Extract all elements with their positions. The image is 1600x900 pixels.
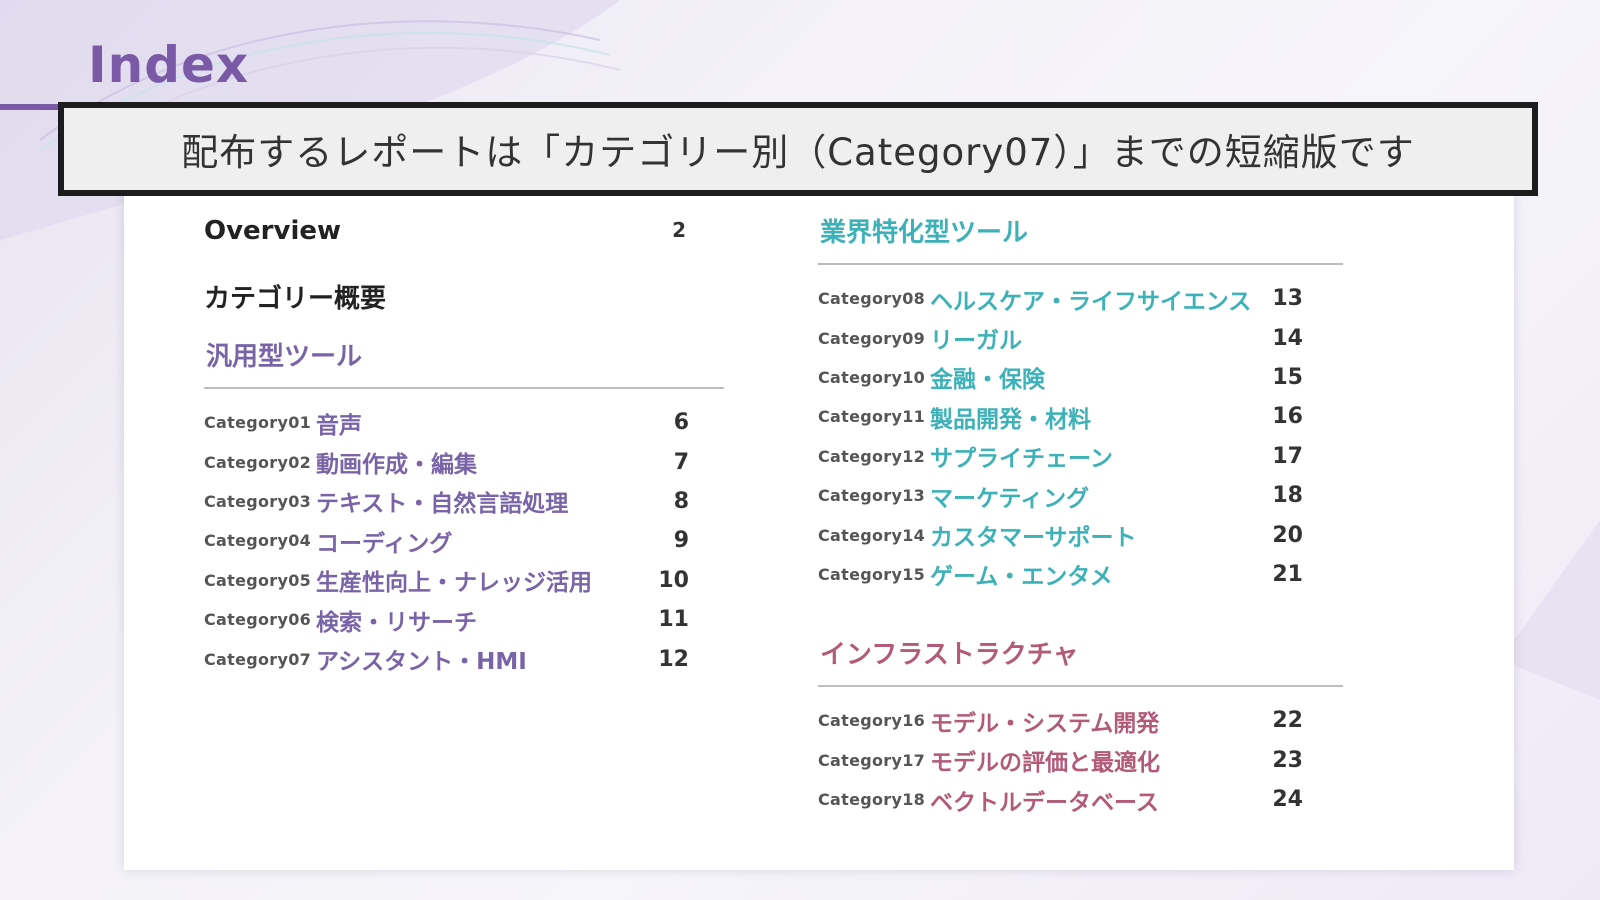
page-number: 21 — [1272, 561, 1303, 587]
title-accent-bar — [0, 104, 60, 110]
toc-item[interactable]: Category07 アシスタント・HMI 12 — [204, 639, 724, 678]
category-title: モデル・システム開発 — [930, 710, 1160, 737]
category-code: Category06 — [204, 610, 312, 630]
overview-label: Overview — [204, 216, 342, 246]
toc-left-column: Overview 2 カテゴリー概要 汎用型ツール Category01 音声 6 C… — [204, 212, 724, 679]
page-number: 23 — [1272, 747, 1303, 773]
category-code: Category01 — [204, 413, 312, 433]
toc-item[interactable]: Category15 ゲーム・エンタメ 21 — [818, 555, 1343, 594]
toc-item[interactable]: Category05 生産性向上・ナレッジ活用 10 — [204, 561, 724, 600]
category-code: Category05 — [204, 570, 312, 590]
toc-item[interactable]: Category06 検索・リサーチ 11 — [204, 600, 724, 639]
toc-item[interactable]: Category01 音声 6 — [204, 403, 724, 442]
toc-item[interactable]: Category11 製品開発・材料 16 — [818, 397, 1343, 436]
toc-item[interactable]: Category04 コーディング 9 — [204, 521, 724, 560]
page-number: 12 — [658, 646, 689, 672]
category-title: 生産性向上・ナレッジ活用 — [316, 570, 592, 597]
toc-item[interactable]: Category13 マーケティング 18 — [818, 476, 1343, 515]
page-number: 17 — [1272, 443, 1303, 469]
page-number: 10 — [658, 567, 689, 593]
page-number: 16 — [1272, 404, 1303, 430]
shortened-version-notice: 配布するレポートは「カテゴリー別（Category07）」までの短縮版です — [58, 102, 1538, 196]
category-code: Category14 — [818, 525, 926, 545]
category-code: Category02 — [204, 452, 312, 472]
page-number: 13 — [1272, 286, 1303, 312]
slide-title: Index — [88, 36, 250, 94]
toc-entry-overview[interactable]: Overview 2 — [204, 212, 724, 274]
toc-item[interactable]: Category17 モデルの評価と最適化 23 — [818, 741, 1343, 780]
page-number: 20 — [1272, 522, 1303, 548]
category-title: カスタマーサポート — [930, 525, 1137, 552]
category-title: 製品開発・材料 — [930, 406, 1091, 433]
toc-item[interactable]: Category08 ヘルスケア・ライフサイエンス 13 — [818, 279, 1343, 318]
category-title: リーガル — [930, 328, 1022, 355]
overview-page-number: 2 — [672, 218, 686, 242]
toc-item[interactable]: Category03 テキスト・自然言語処理 8 — [204, 482, 724, 521]
section-heading-industry-tools: 業界特化型ツール — [818, 212, 1343, 265]
category-code: Category10 — [818, 367, 926, 387]
general-tools-list: Category01 音声 6 Category02 動画作成・編集 7 Category0… — [204, 403, 724, 679]
category-title: 検索・リサーチ — [316, 609, 477, 636]
category-code: Category03 — [204, 491, 312, 511]
category-title: サプライチェーン — [930, 446, 1113, 473]
category-code: Category16 — [818, 711, 926, 731]
category-code: Category13 — [818, 486, 926, 506]
category-title: アシスタント・HMI — [316, 649, 527, 676]
category-title: モデルの評価と最適化 — [930, 750, 1160, 777]
category-code: Category17 — [818, 750, 926, 770]
category-code: Category15 — [818, 564, 926, 584]
section-heading-infrastructure: インフラストラクチャ — [818, 634, 1343, 688]
category-title: 音声 — [316, 412, 362, 439]
page-number: 24 — [1272, 787, 1303, 813]
industry-tools-list: Category08 ヘルスケア・ライフサイエンス 13 Category09 リーガル… — [818, 279, 1343, 594]
category-code: Category09 — [818, 328, 926, 348]
category-title: ベクトルデータベース — [930, 789, 1159, 816]
category-title: ゲーム・エンタメ — [930, 564, 1113, 591]
page-number: 15 — [1272, 364, 1303, 390]
page-number: 18 — [1272, 483, 1303, 509]
page-number: 9 — [673, 528, 689, 554]
toc-item[interactable]: Category14 カスタマーサポート 20 — [818, 515, 1343, 554]
category-code: Category07 — [204, 649, 312, 669]
toc-item[interactable]: Category12 サプライチェーン 17 — [818, 437, 1343, 476]
page-number: 7 — [673, 449, 689, 475]
category-title: マーケティング — [930, 485, 1090, 512]
page-number: 11 — [658, 607, 689, 633]
category-code: Category04 — [204, 531, 312, 551]
toc-item[interactable]: Category18 ベクトルデータベース 24 — [818, 780, 1343, 819]
toc-right-column: 業界特化型ツール Category08 ヘルスケア・ライフサイエンス 13 Categ… — [818, 212, 1343, 819]
category-code: Category12 — [818, 446, 926, 466]
section-heading-general-tools: 汎用型ツール — [204, 336, 724, 389]
page-number: 8 — [673, 488, 689, 514]
toc-item[interactable]: Category16 モデル・システム開発 22 — [818, 701, 1343, 740]
category-title: テキスト・自然言語処理 — [316, 491, 569, 518]
category-code: Category18 — [818, 790, 926, 810]
category-title: 金融・保険 — [930, 367, 1045, 394]
category-title: 動画作成・編集 — [316, 452, 477, 479]
toc-item[interactable]: Category09 リーガル 14 — [818, 318, 1343, 357]
category-code: Category11 — [818, 407, 926, 427]
toc-item[interactable]: Category02 動画作成・編集 7 — [204, 442, 724, 481]
toc-item[interactable]: Category10 金融・保険 15 — [818, 358, 1343, 397]
category-title: コーディング — [316, 530, 453, 557]
category-summary-label: カテゴリー概要 — [204, 284, 387, 314]
infrastructure-list: Category16 モデル・システム開発 22 Category17 モデルの評価と最… — [818, 701, 1343, 819]
page-number: 6 — [673, 410, 689, 436]
category-code: Category08 — [818, 289, 926, 309]
toc-entry-category-summary[interactable]: カテゴリー概要 — [204, 274, 724, 336]
category-title: ヘルスケア・ライフサイエンス — [930, 288, 1252, 315]
page-number: 14 — [1272, 325, 1303, 351]
page-number: 22 — [1272, 708, 1303, 734]
